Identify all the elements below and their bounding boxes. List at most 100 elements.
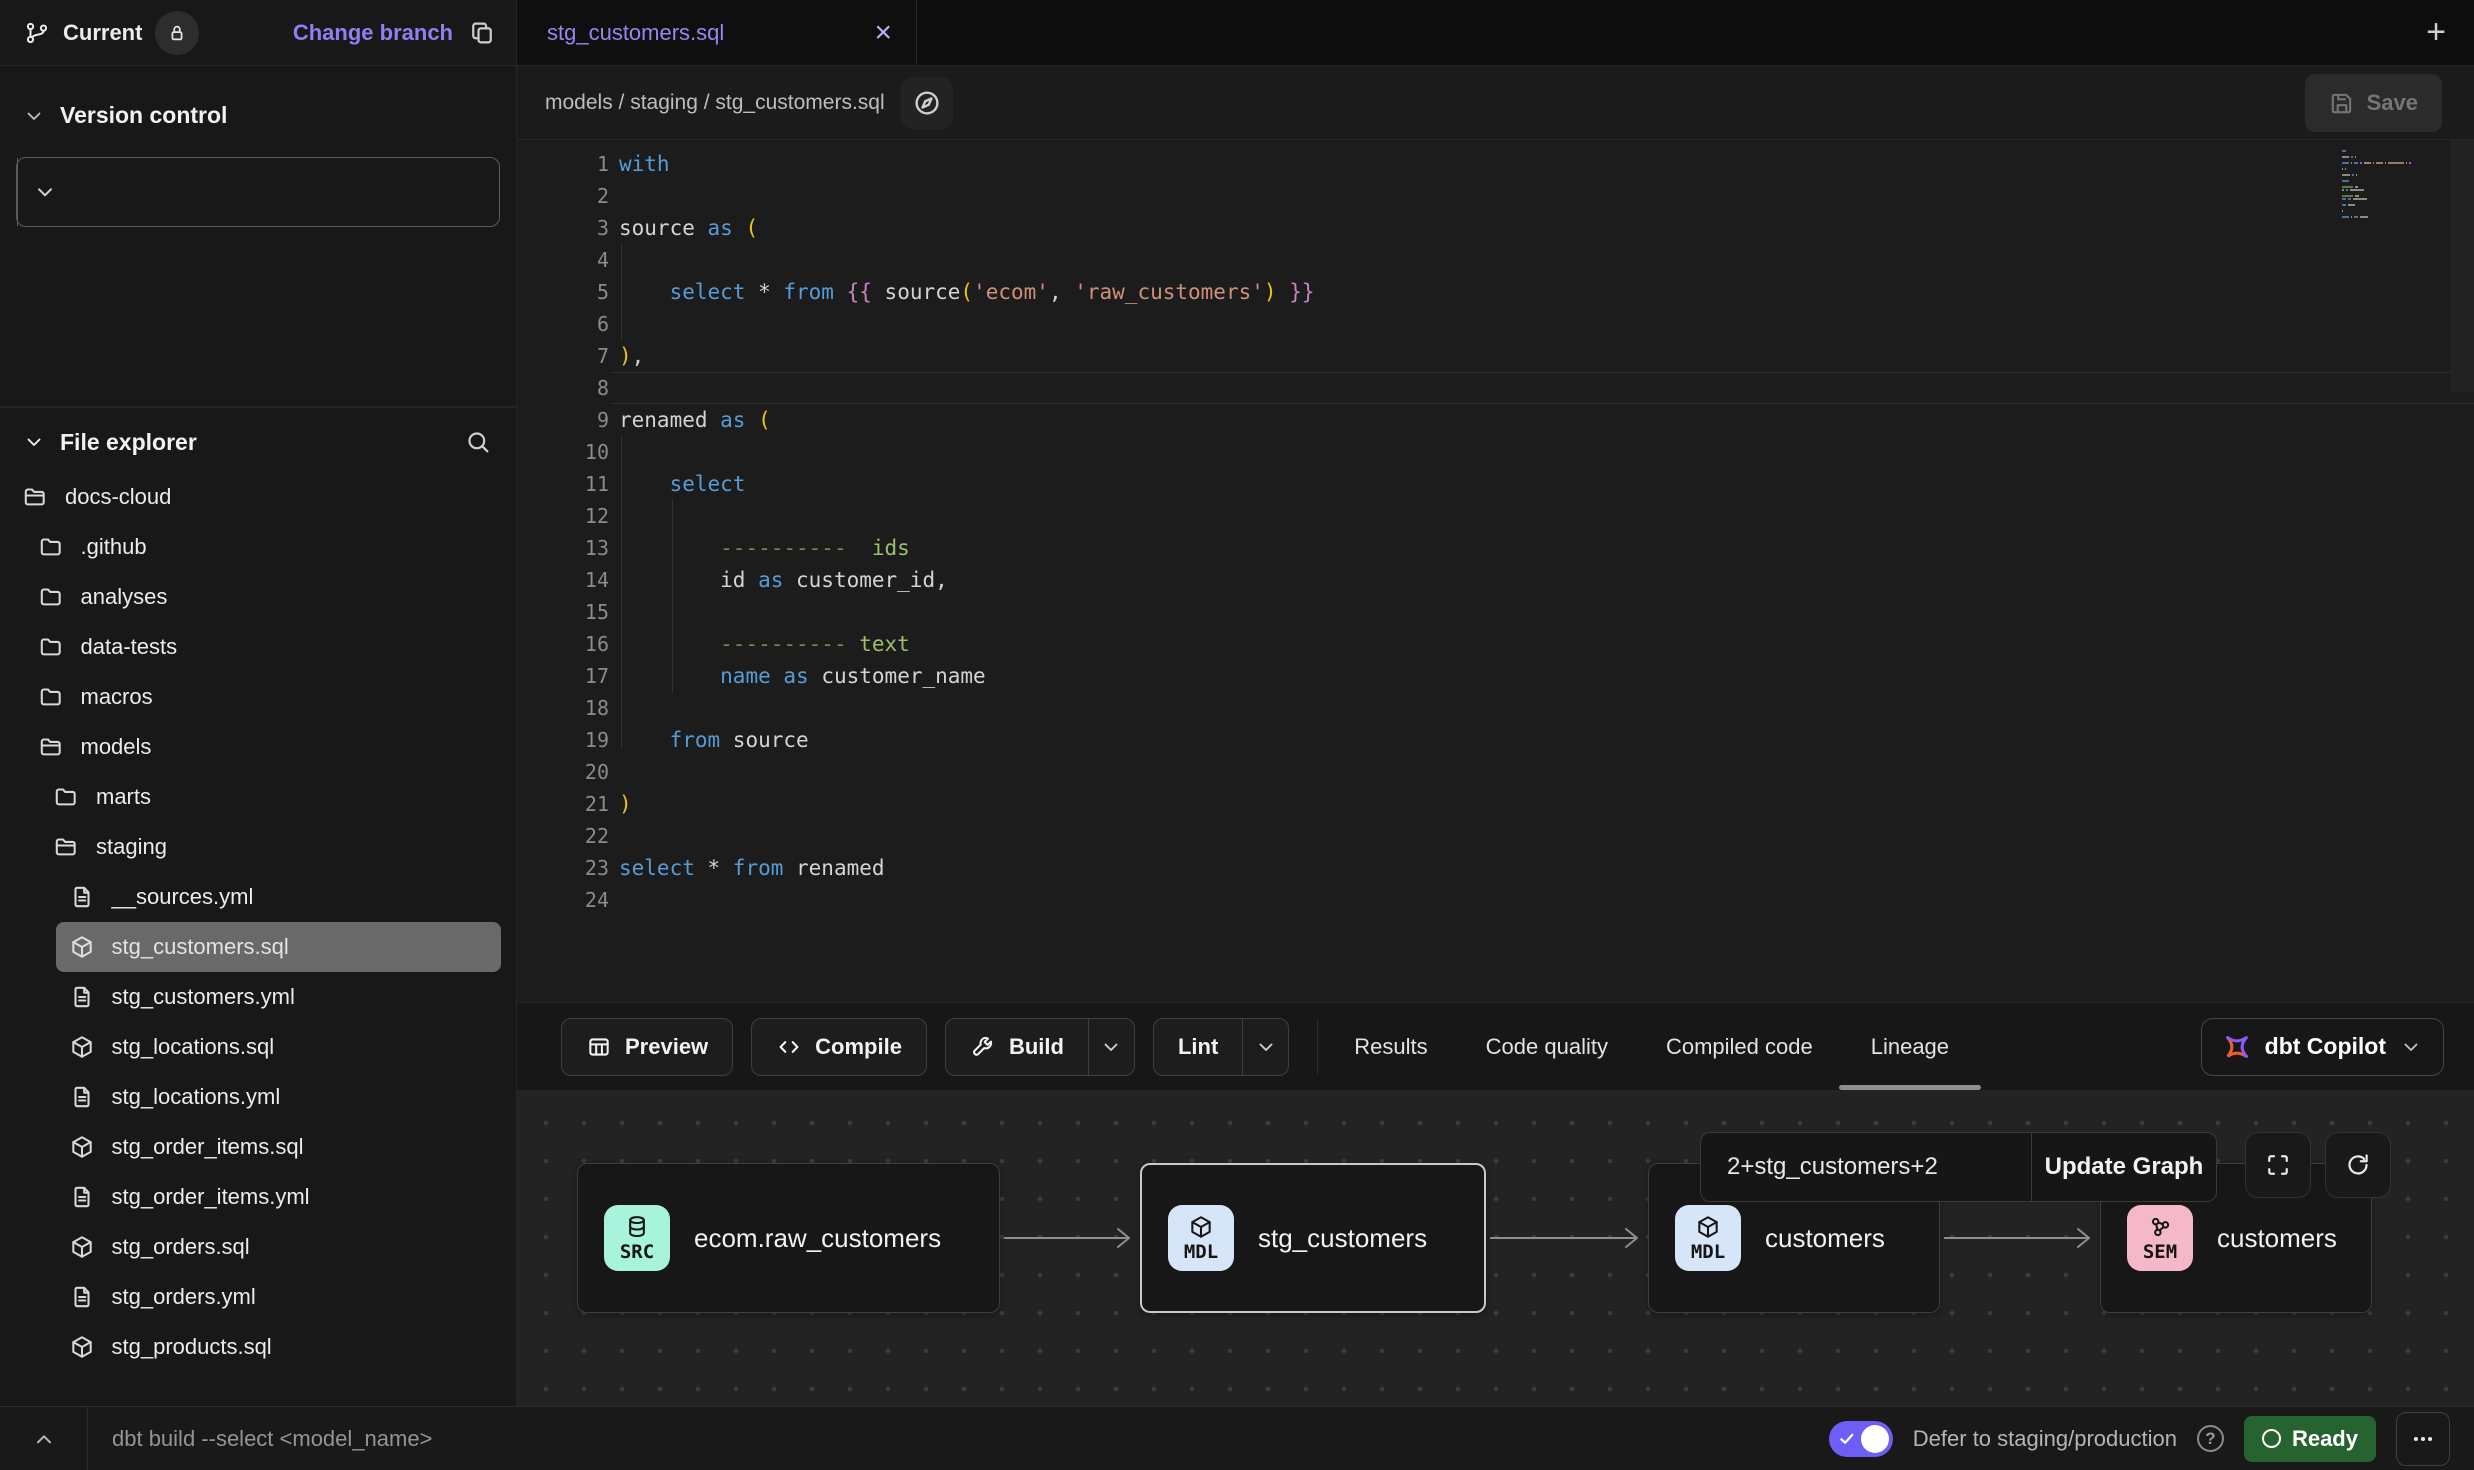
tree-item-stg-order-items-yml[interactable]: stg_order_items.yml — [0, 1172, 516, 1222]
tree-item-stg-order-items-sql[interactable]: stg_order_items.sql — [0, 1122, 516, 1172]
update-graph-button[interactable]: Update Graph — [2031, 1133, 2216, 1201]
cube-icon — [69, 1334, 95, 1360]
build-dropdown[interactable] — [1088, 1019, 1134, 1075]
chevron-down-icon — [22, 430, 46, 454]
tree-item-stg-locations-sql[interactable]: stg_locations.sql — [0, 1022, 516, 1072]
tree-item-stg-orders-yml[interactable]: stg_orders.yml — [0, 1272, 516, 1322]
status-badge[interactable]: Ready — [2244, 1416, 2376, 1462]
code-line-3[interactable]: 3source as ( — [517, 212, 2474, 244]
tab-compiled-code[interactable]: Compiled code — [1666, 1003, 1813, 1090]
search-icon[interactable] — [464, 428, 492, 456]
code-line-13[interactable]: 13 ---------- ids — [517, 532, 2474, 564]
code-line-24[interactable]: 24 — [517, 884, 2474, 916]
expand-command-bar-button[interactable] — [0, 1407, 88, 1470]
tree-item-stg-orders-sql[interactable]: stg_orders.sql — [0, 1222, 516, 1272]
create-branch-dropdown[interactable] — [17, 158, 71, 226]
lineage-node-ecom-raw-customers[interactable]: SRCecom.raw_customers — [577, 1163, 1000, 1313]
tree-item-stg-locations-yml[interactable]: stg_locations.yml — [0, 1072, 516, 1122]
code-line-8[interactable]: 8 — [517, 372, 2474, 404]
open-docs-compass-icon[interactable] — [901, 77, 953, 129]
lineage-node-stg-customers[interactable]: MDLstg_customers — [1140, 1163, 1486, 1313]
refresh-graph-button[interactable] — [2325, 1132, 2391, 1198]
code-line-17[interactable]: 17 name as customer_name — [517, 660, 2474, 692]
build-button[interactable]: Build — [945, 1018, 1135, 1076]
file-explorer-section-header[interactable]: File explorer — [0, 408, 516, 464]
code-line-6[interactable]: 6 — [517, 308, 2474, 340]
tree-item-label: __sources.yml — [112, 884, 254, 910]
tree-item-stg-customers-yml[interactable]: stg_customers.yml — [0, 972, 516, 1022]
help-icon[interactable]: ? — [2197, 1425, 2224, 1452]
dbt-copilot-button[interactable]: dbt Copilot — [2201, 1018, 2444, 1076]
fullscreen-button[interactable] — [2245, 1132, 2311, 1198]
file-tree: docs-cloud.githubanalyses data-tests macro… — [0, 464, 516, 1372]
tab-code-quality[interactable]: Code quality — [1486, 1003, 1608, 1090]
tree-item-macros[interactable]: macros — [0, 672, 516, 722]
defer-toggle[interactable] — [1829, 1421, 1893, 1457]
tab-lineage[interactable]: Lineage — [1871, 1003, 1949, 1090]
status-bar: dbt build --select <model_name> Defer to… — [0, 1406, 2474, 1470]
tree-item--sources-yml[interactable]: __sources.yml — [0, 872, 516, 922]
tree-item-label: stg_locations.sql — [112, 1034, 275, 1060]
lineage-selector-input[interactable]: 2+stg_customers+2 — [1701, 1133, 2031, 1201]
tree-item-staging[interactable]: staging — [0, 822, 516, 872]
code-line-5[interactable]: 5 select * from {{ source('ecom', 'raw_c… — [517, 276, 2474, 308]
lint-dropdown[interactable] — [1242, 1019, 1288, 1075]
code-line-12[interactable]: 12 — [517, 500, 2474, 532]
command-input[interactable]: dbt build --select <model_name> — [112, 1426, 432, 1452]
code-line-16[interactable]: 16 ---------- text — [517, 628, 2474, 660]
code-line-9[interactable]: 9renamed as ( — [517, 404, 2474, 436]
tree-item-data-tests[interactable]: data-tests — [0, 622, 516, 672]
editor-scrollbar[interactable] — [2450, 140, 2474, 392]
breadcrumb-row: models / staging / stg_customers.sql Sav… — [517, 66, 2474, 140]
tree-item-models[interactable]: models — [0, 722, 516, 772]
code-line-11[interactable]: 11 select — [517, 468, 2474, 500]
tree-item-docs-cloud[interactable]: docs-cloud — [0, 472, 516, 522]
code-text: ---------- text — [619, 632, 910, 656]
tab-results[interactable]: Results — [1354, 1003, 1427, 1090]
code-text: ), — [619, 344, 644, 368]
create-branch-button[interactable]: Create branch — [16, 157, 500, 227]
line-number: 11 — [517, 472, 609, 496]
code-line-10[interactable]: 10 — [517, 436, 2474, 468]
tree-item-stg-customers-sql[interactable]: stg_customers.sql — [56, 922, 501, 972]
preview-button[interactable]: Preview — [561, 1018, 733, 1076]
line-number: 5 — [517, 280, 609, 304]
code-line-14[interactable]: 14 id as customer_id, — [517, 564, 2474, 596]
code-line-19[interactable]: 19 from source — [517, 724, 2474, 756]
node-label: customers — [2217, 1223, 2337, 1254]
tab-stg-customers-sql[interactable]: stg_customers.sql × — [517, 0, 917, 65]
code-line-22[interactable]: 22 — [517, 820, 2474, 852]
close-tab-icon[interactable]: × — [874, 18, 892, 48]
more-options-button[interactable] — [2396, 1412, 2450, 1466]
code-line-18[interactable]: 18 — [517, 692, 2474, 724]
code-line-21[interactable]: 21) — [517, 788, 2474, 820]
copy-branch-icon[interactable] — [468, 19, 496, 47]
change-branch-link[interactable]: Change branch — [293, 20, 453, 46]
code-text: select — [619, 472, 745, 496]
lint-button[interactable]: Lint — [1153, 1018, 1289, 1076]
save-button[interactable]: Save — [2305, 74, 2442, 132]
node-type-badge-src: SRC — [604, 1205, 670, 1271]
code-line-2[interactable]: 2 — [517, 180, 2474, 212]
tree-item-label: data-tests — [81, 634, 178, 660]
code-line-20[interactable]: 20 — [517, 756, 2474, 788]
tree-item-marts[interactable]: marts — [0, 772, 516, 822]
code-line-7[interactable]: 7), — [517, 340, 2474, 372]
tree-item--github[interactable]: .github — [0, 522, 516, 572]
check-icon — [1838, 1430, 1856, 1448]
tab-title: stg_customers.sql — [547, 20, 724, 46]
code-line-1[interactable]: 1with — [517, 148, 2474, 180]
code-line-15[interactable]: 15 — [517, 596, 2474, 628]
editor-minimap[interactable] — [2342, 150, 2414, 222]
compile-button[interactable]: Compile — [751, 1018, 927, 1076]
tree-item-label: stg_orders.sql — [112, 1234, 250, 1260]
node-label: customers — [1765, 1223, 1885, 1254]
tree-item-stg-products-sql[interactable]: stg_products.sql — [0, 1322, 516, 1372]
cube-icon — [1695, 1214, 1721, 1240]
code-line-4[interactable]: 4 — [517, 244, 2474, 276]
code-editor[interactable]: 1with23source as (45 select * from {{ so… — [517, 140, 2474, 1002]
version-control-section-header[interactable]: Version control — [0, 66, 516, 129]
tree-item-analyses[interactable]: analyses — [0, 572, 516, 622]
new-tab-button[interactable]: + — [2426, 13, 2446, 52]
code-line-23[interactable]: 23select * from renamed — [517, 852, 2474, 884]
